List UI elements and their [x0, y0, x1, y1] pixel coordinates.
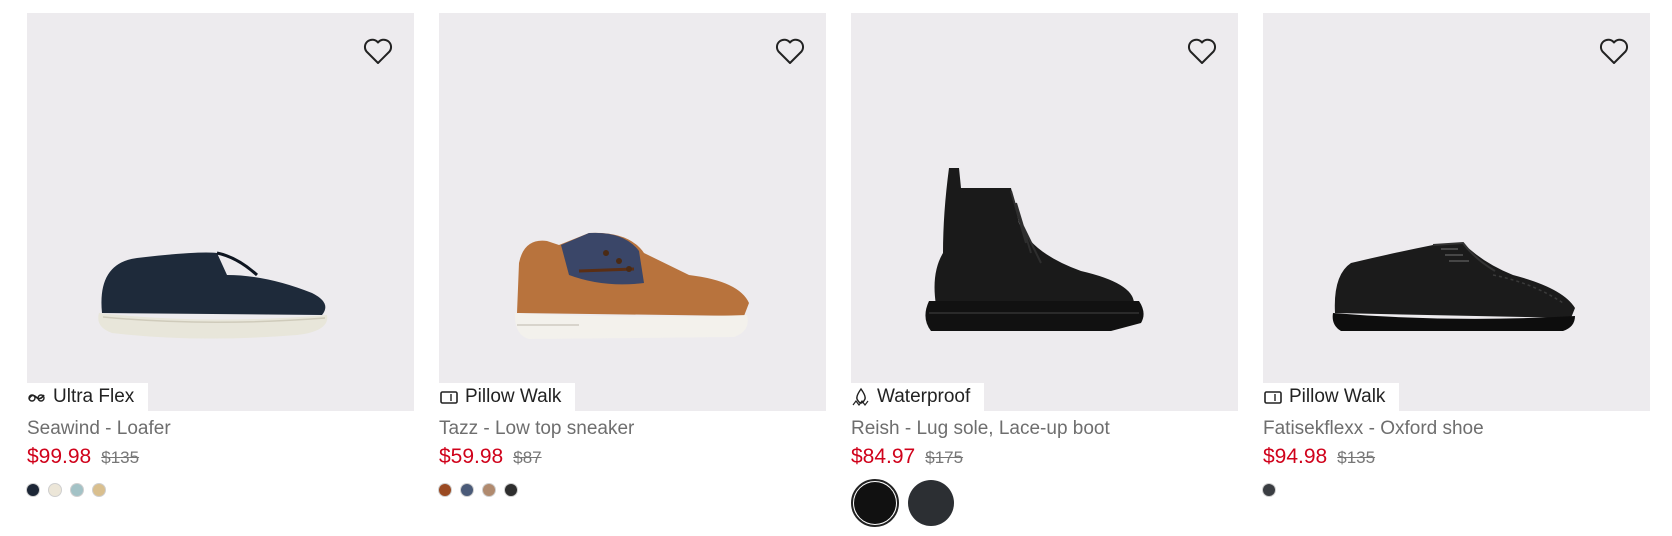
color-swatch[interactable] — [1263, 484, 1275, 496]
heart-icon — [363, 38, 393, 64]
color-swatch[interactable] — [461, 484, 473, 496]
badge-label: Pillow Walk — [1289, 386, 1386, 407]
product-image[interactable]: Ultra Flex — [27, 13, 414, 411]
original-price: $135 — [101, 448, 140, 467]
color-swatch[interactable] — [439, 484, 451, 496]
sale-price: $94.98 — [1263, 445, 1328, 468]
product-name[interactable]: Tazz - Low top sneaker — [439, 418, 826, 440]
heart-icon — [1187, 38, 1217, 64]
feature-badge: Pillow Walk — [1263, 383, 1400, 411]
product-image[interactable]: Waterproof — [851, 13, 1238, 411]
color-swatch[interactable] — [27, 484, 39, 496]
badge-label: Pillow Walk — [465, 386, 562, 407]
wishlist-button[interactable] — [1596, 33, 1632, 69]
price-row: $84.97 $175 — [851, 445, 1238, 471]
wishlist-button[interactable] — [772, 33, 808, 69]
product-name[interactable]: Reish - Lug sole, Lace-up boot — [851, 418, 1238, 440]
pillow-icon — [1263, 387, 1283, 407]
sale-price: $84.97 — [851, 445, 916, 468]
original-price: $135 — [1337, 448, 1376, 467]
product-image[interactable]: Pillow Walk — [1263, 13, 1650, 411]
color-swatch[interactable] — [93, 484, 105, 496]
sale-price: $59.98 — [439, 445, 504, 468]
product-image[interactable]: Pillow Walk — [439, 13, 826, 411]
product-card[interactable]: Pillow Walk Fatisekflexx - Oxford shoe $… — [1263, 13, 1650, 496]
color-swatch[interactable] — [483, 484, 495, 496]
waterproof-icon — [851, 387, 871, 407]
price-row: $94.98 $135 — [1263, 445, 1650, 471]
product-grid: Ultra Flex Seawind - Loafer $99.98 $135 — [0, 0, 1672, 536]
sale-price: $99.98 — [27, 445, 92, 468]
color-swatches — [851, 479, 1238, 527]
badge-label: Waterproof — [877, 386, 971, 407]
feature-badge: Ultra Flex — [27, 383, 149, 411]
color-swatch[interactable] — [505, 484, 517, 496]
original-price: $87 — [513, 448, 542, 467]
badge-label: Ultra Flex — [53, 386, 135, 407]
product-name[interactable]: Seawind - Loafer — [27, 418, 414, 440]
color-swatch[interactable] — [71, 484, 83, 496]
price-row: $99.98 $135 — [27, 445, 414, 471]
color-swatches — [27, 484, 414, 496]
feature-badge: Waterproof — [851, 383, 985, 411]
original-price: $175 — [925, 448, 964, 467]
sneaker-image — [514, 232, 749, 339]
heart-icon — [1599, 38, 1629, 64]
oxford-image — [1332, 241, 1575, 331]
product-card[interactable]: Ultra Flex Seawind - Loafer $99.98 $135 — [27, 13, 414, 496]
price-row: $59.98 $87 — [439, 445, 826, 471]
color-swatch[interactable] — [907, 479, 955, 527]
flex-icon — [27, 387, 47, 407]
boot-image — [925, 168, 1144, 331]
loafer-image — [98, 251, 328, 339]
product-card[interactable]: Waterproof Reish - Lug sole, Lace-up boo… — [851, 13, 1238, 527]
pillow-icon — [439, 387, 459, 407]
color-swatch-selected[interactable] — [851, 479, 899, 527]
product-name[interactable]: Fatisekflexx - Oxford shoe — [1263, 418, 1650, 440]
heart-icon — [775, 38, 805, 64]
color-swatches — [439, 484, 826, 496]
color-swatch[interactable] — [49, 484, 61, 496]
color-swatches — [1263, 484, 1650, 496]
wishlist-button[interactable] — [360, 33, 396, 69]
feature-badge: Pillow Walk — [439, 383, 576, 411]
product-card[interactable]: Pillow Walk Tazz - Low top sneaker $59.9… — [439, 13, 826, 496]
wishlist-button[interactable] — [1184, 33, 1220, 69]
